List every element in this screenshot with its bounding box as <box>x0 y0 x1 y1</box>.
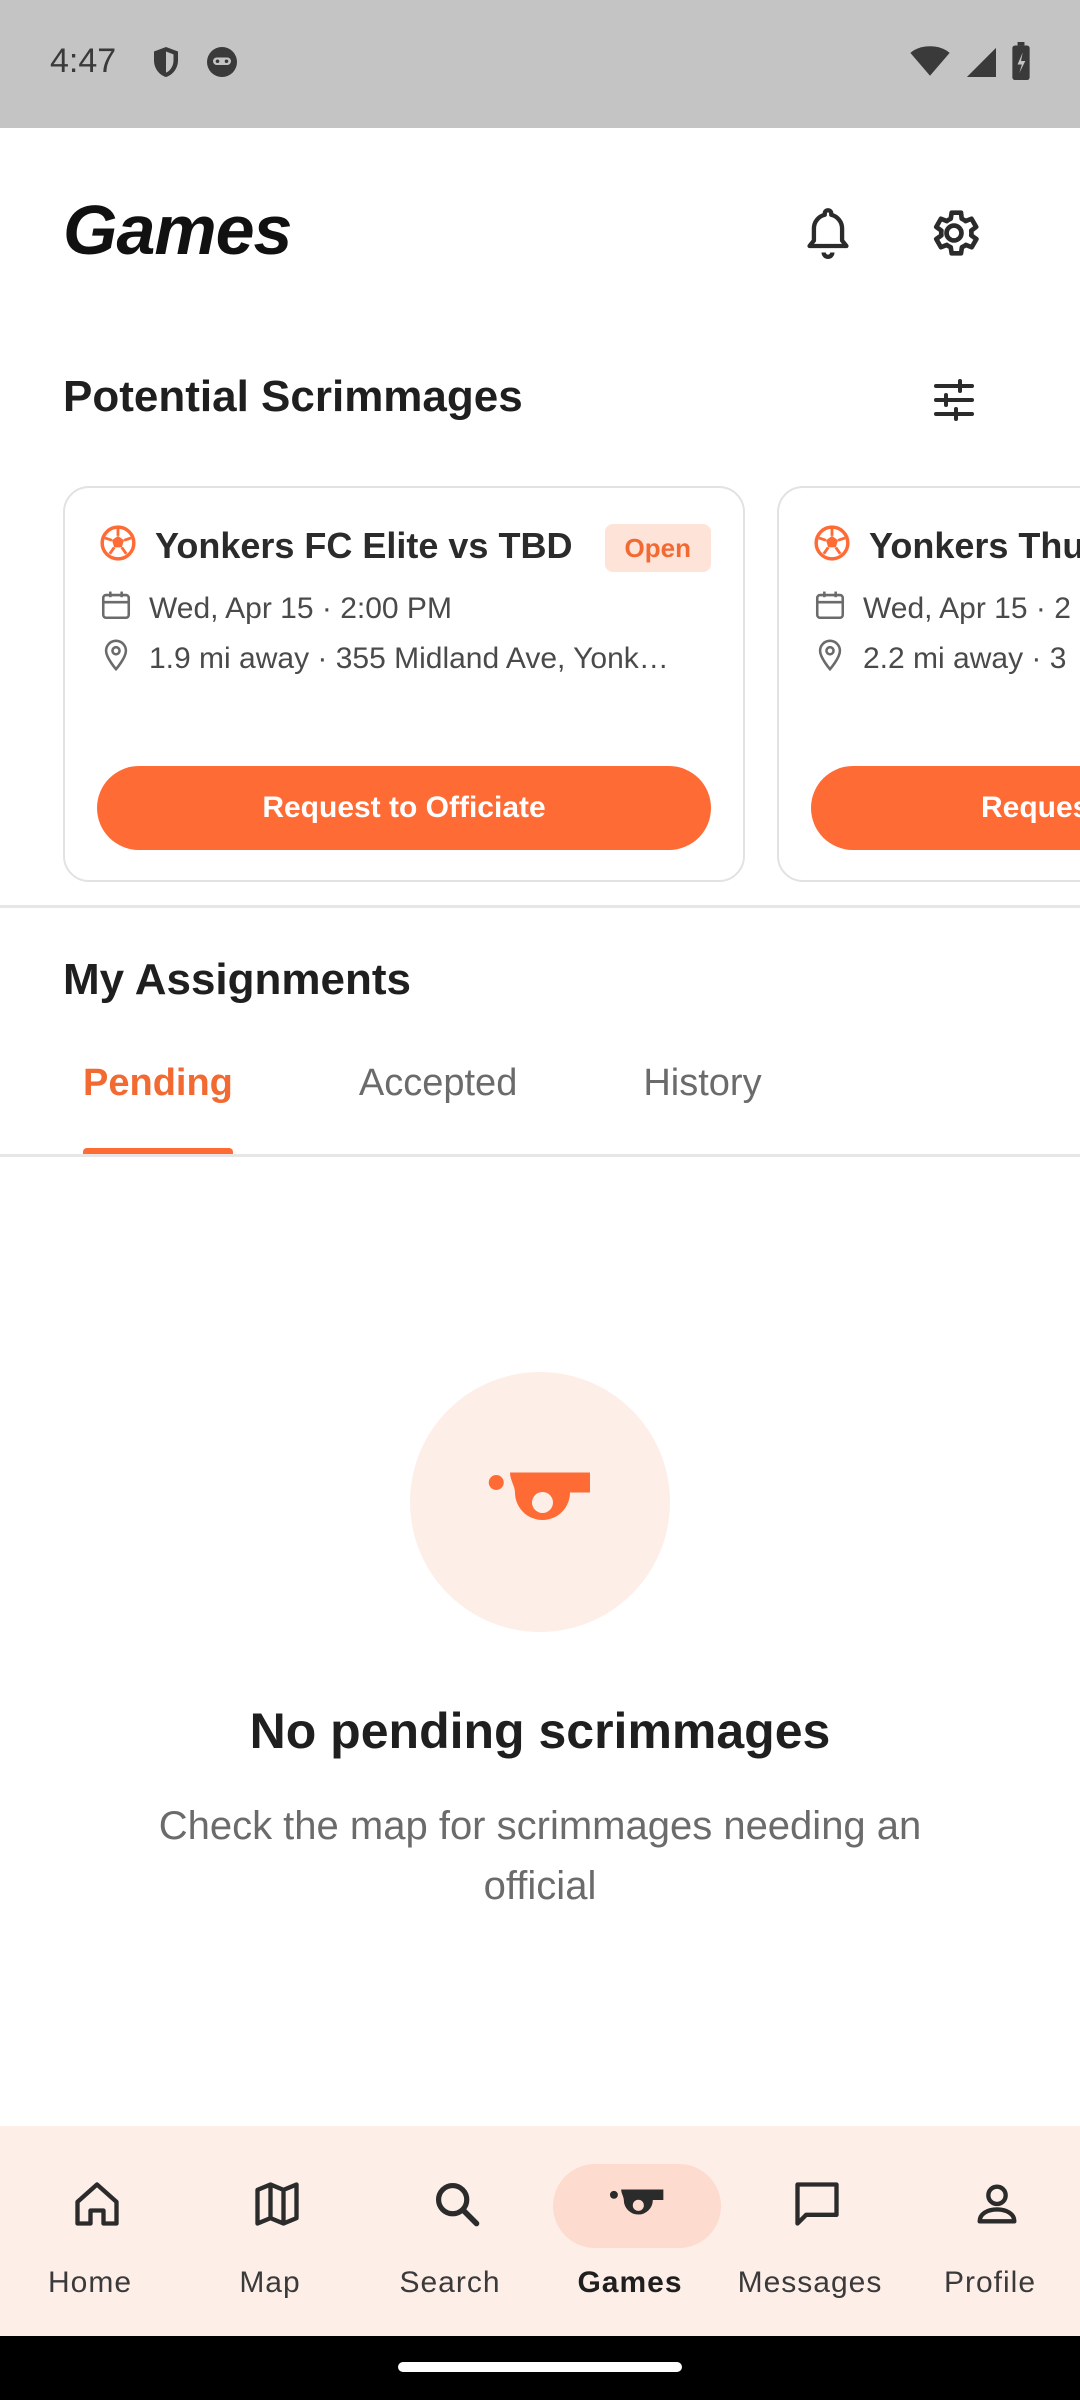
tab-label: History <box>643 1062 762 1104</box>
card-datetime: Wed, Apr 15 · 2:00 PM <box>99 588 452 630</box>
request-to-officiate-button[interactable]: Reques <box>811 766 1080 850</box>
whistle-icon <box>608 2185 666 2228</box>
filter-icon[interactable] <box>924 370 984 430</box>
whistle-icon <box>485 1465 595 1540</box>
wifi-icon <box>910 43 950 84</box>
nav-label: Search <box>399 2266 501 2299</box>
location-pin-icon <box>99 638 133 680</box>
bell-icon[interactable] <box>795 200 861 266</box>
nav-label: Home <box>47 2266 133 2299</box>
nav-item-profile[interactable]: Profile <box>900 2126 1080 2336</box>
tabs-divider <box>0 1154 1080 1157</box>
nav-label: Games <box>577 2266 683 2299</box>
nav-item-games[interactable]: Games <box>540 2126 721 2336</box>
card-location-text: 1.9 mi away · 355 Midland Ave, Yonk… <box>149 642 669 675</box>
nav-pill <box>193 2164 361 2248</box>
card-title: Yonkers FC Elite vs TBD <box>155 524 573 566</box>
nav-item-home[interactable]: Home <box>0 2126 180 2336</box>
calendar-icon <box>813 588 847 630</box>
bottom-nav: Home Map Search Games Messages Profile <box>0 2126 1080 2336</box>
status-badge: Open <box>604 524 711 572</box>
card-title-row: Yonkers Thu <box>813 524 1080 567</box>
nav-item-messages[interactable]: Messages <box>720 2126 900 2336</box>
map-icon <box>251 2178 303 2235</box>
status-right-icons <box>910 42 1032 85</box>
scrimmage-card[interactable]: Yonkers Thu Wed, Apr 15 · 2 2.2 mi away … <box>777 486 1080 882</box>
card-location-text: 2.2 mi away · 3 <box>863 642 1067 675</box>
section-divider <box>0 905 1080 908</box>
nav-pill <box>913 2164 1080 2248</box>
calendar-icon <box>99 588 133 630</box>
card-datetime-text: Wed, Apr 15 · 2 <box>863 592 1071 625</box>
soccer-ball-icon <box>813 524 851 567</box>
profile-icon <box>971 2178 1023 2235</box>
tab-label: Accepted <box>358 1062 518 1104</box>
tab-history[interactable]: History <box>623 1036 781 1156</box>
request-to-officiate-button[interactable]: Request to Officiate <box>97 766 711 850</box>
nav-pill <box>733 2164 901 2248</box>
nav-label: Messages <box>737 2266 883 2299</box>
card-datetime-text: Wed, Apr 15 · 2:00 PM <box>149 592 452 625</box>
status-bar: 4:47 <box>0 0 1080 128</box>
location-pin-icon <box>813 638 847 680</box>
empty-state-subtitle: Check the map for scrimmages needing an … <box>158 1804 922 1908</box>
search-icon <box>431 2178 483 2235</box>
scrimmage-carousel[interactable]: Yonkers FC Elite vs TBD Open Wed, Apr 15… <box>63 486 1080 882</box>
tab-accepted[interactable]: Accepted <box>339 1036 537 1156</box>
nav-label: Map <box>239 2266 301 2299</box>
card-title: Yonkers Thu <box>869 524 1080 566</box>
battery-icon <box>1010 42 1032 85</box>
assignment-tabs: Pending Accepted History <box>63 1036 782 1156</box>
section-title-assignments: My Assignments <box>63 955 412 1004</box>
face-icon <box>204 44 240 80</box>
nav-pill <box>553 2164 721 2248</box>
nav-pill <box>13 2164 181 2248</box>
cellular-icon <box>964 43 996 84</box>
shield-icon <box>148 44 184 80</box>
home-gesture-bar[interactable] <box>398 2362 682 2372</box>
nav-label: Profile <box>943 2266 1037 2299</box>
home-icon <box>71 2178 123 2235</box>
message-icon <box>791 2178 843 2235</box>
nav-item-map[interactable]: Map <box>180 2126 360 2336</box>
card-location: 2.2 mi away · 3 <box>813 638 1066 680</box>
scrimmage-card[interactable]: Yonkers FC Elite vs TBD Open Wed, Apr 15… <box>63 486 745 882</box>
section-title-scrimmages: Potential Scrimmages <box>63 372 523 421</box>
nav-item-search[interactable]: Search <box>360 2126 540 2336</box>
card-location: 1.9 mi away · 355 Midland Ave, Yonk… <box>99 638 669 680</box>
tab-pending[interactable]: Pending <box>63 1036 253 1156</box>
status-time: 4:47 <box>50 42 117 80</box>
card-datetime: Wed, Apr 15 · 2 <box>813 588 1071 630</box>
tab-label: Pending <box>83 1062 233 1104</box>
card-title-row: Yonkers FC Elite vs TBD <box>99 524 572 567</box>
page-title: Games <box>63 191 292 269</box>
nav-pill <box>373 2164 541 2248</box>
empty-state-illustration <box>410 1372 670 1632</box>
empty-state-title: No pending scrimmages <box>249 1703 831 1759</box>
soccer-ball-icon <box>99 524 137 567</box>
gear-icon[interactable] <box>921 200 987 266</box>
